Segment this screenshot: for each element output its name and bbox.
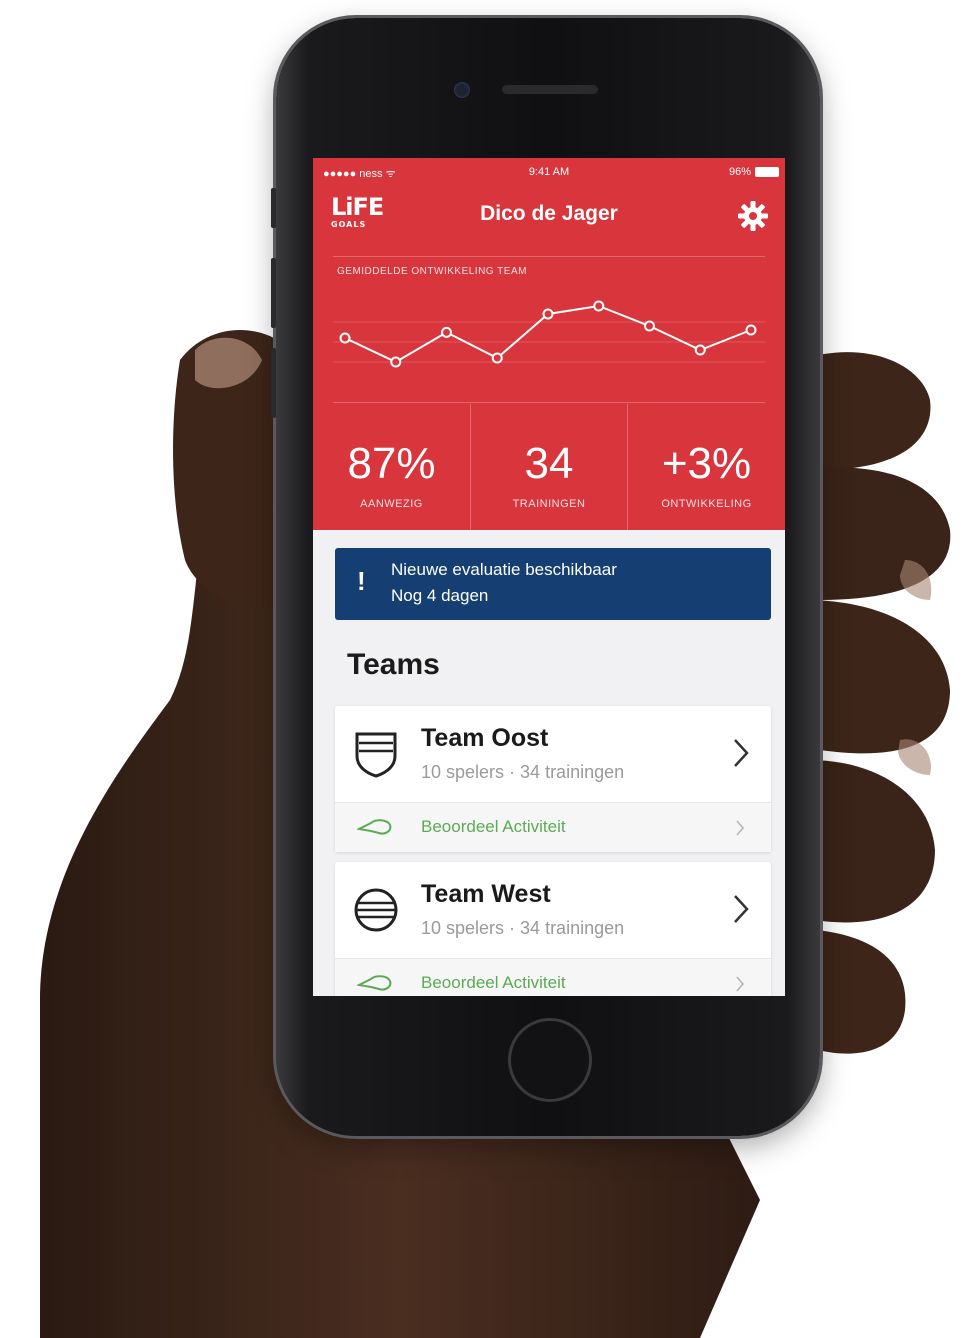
volume-up-button [271, 258, 276, 328]
volume-down-button [271, 348, 276, 418]
battery-icon [755, 167, 779, 177]
team-card[interactable]: Team West 10 spelers · 34 trainingen Beo… [335, 862, 771, 996]
chevron-right-icon [736, 976, 745, 992]
stat-development: +3% ONTWIKKELING [628, 404, 785, 530]
phone-device: ●●●●● ness ᯤ 9:41 AM 96% LiFE GOALS Dico… [271, 18, 820, 1136]
battery-percent: 96% [728, 166, 751, 178]
stat-value: 87% [347, 439, 436, 488]
team-name: Team West [421, 880, 551, 908]
alert-icon: ! [357, 566, 366, 596]
rate-activity-label: Beoordeel Activiteit [421, 817, 566, 836]
mute-switch [271, 188, 276, 228]
dashboard-header: ●●●●● ness ᯤ 9:41 AM 96% LiFE GOALS Dico… [313, 158, 785, 530]
earpiece-speaker [502, 85, 598, 94]
chart-point [542, 308, 554, 320]
stat-value: 34 [524, 439, 574, 488]
front-camera [454, 82, 470, 98]
stat-label: TRAININGEN [512, 498, 586, 510]
home-button[interactable] [508, 1018, 592, 1102]
stats-row: 87% AANWEZIG 34 TRAININGEN +3% ONTWIKKEL… [313, 404, 785, 530]
gear-icon[interactable] [737, 200, 769, 232]
life-goals-logo: LiFE GOALS [331, 193, 384, 229]
chart-point [745, 324, 757, 336]
rate-activity-row[interactable]: Beoordeel Activiteit [335, 802, 771, 852]
whistle-icon [357, 975, 392, 991]
status-bar: ●●●●● ness ᯤ 9:41 AM 96% [313, 158, 785, 184]
teams-heading: Teams [347, 648, 440, 681]
chart-point [339, 332, 351, 344]
development-line-chart [333, 300, 765, 368]
chevron-right-icon[interactable] [731, 736, 751, 770]
team-card[interactable]: Team Oost 10 spelers · 34 trainingen Beo… [335, 706, 771, 852]
chart-point [694, 344, 706, 356]
chevron-right-icon[interactable] [731, 892, 751, 926]
chart-point [644, 320, 655, 332]
chart-point [441, 326, 452, 338]
stat-value: +3% [661, 439, 752, 488]
stat-trainings: 34 TRAININGEN [471, 404, 627, 530]
banner-subtitle: Nog 4 dagen [391, 586, 489, 605]
evaluation-banner[interactable]: ! Nieuwe evaluatie beschikbaar Nog 4 dag… [335, 548, 771, 620]
whistle-icon [357, 819, 392, 835]
rate-activity-label: Beoordeel Activiteit [421, 973, 566, 992]
chart-point [491, 352, 503, 364]
shield-icon [355, 732, 397, 778]
rate-activity-row[interactable]: Beoordeel Activiteit [335, 958, 771, 996]
page-title: Dico de Jager [480, 202, 618, 225]
status-time: 9:41 AM [528, 166, 570, 178]
chart-divider [333, 402, 765, 403]
team-meta: 10 spelers · 34 trainingen [421, 762, 625, 782]
header-divider [333, 256, 765, 257]
stat-attendance: 87% AANWEZIG [313, 404, 470, 530]
chart-point [390, 356, 402, 368]
banner-title: Nieuwe evaluatie beschikbaar [391, 560, 617, 579]
team-meta: 10 spelers · 34 trainingen [421, 918, 625, 938]
chart-title: GEMIDDELDE ONTWIKKELING TEAM [337, 266, 527, 277]
chevron-right-icon [736, 820, 745, 836]
stat-label: AANWEZIG [360, 498, 423, 510]
team-name: Team Oost [421, 724, 549, 752]
stat-label: ONTWIKKELING [661, 498, 752, 510]
chart-point [593, 300, 605, 312]
app-screen: ●●●●● ness ᯤ 9:41 AM 96% LiFE GOALS Dico… [313, 158, 785, 996]
ball-icon [354, 888, 398, 932]
